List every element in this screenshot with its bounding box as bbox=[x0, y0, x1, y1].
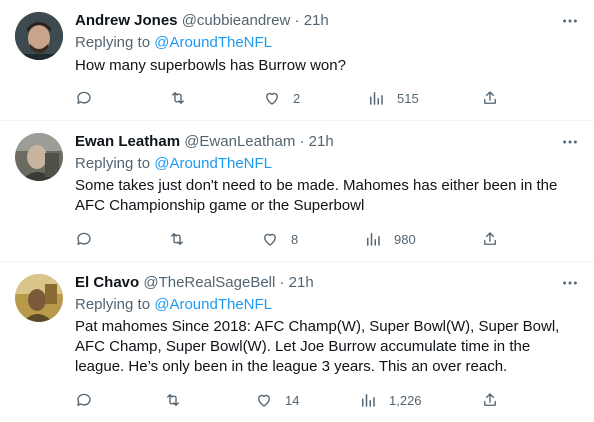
tweet[interactable]: El Chavo @TheRealSageBell · 21h Replying… bbox=[0, 262, 594, 422]
like-button[interactable]: 8 bbox=[261, 229, 298, 249]
retweet-button[interactable] bbox=[169, 88, 187, 108]
action-bar: 8 980 bbox=[75, 229, 505, 249]
like-icon bbox=[266, 92, 278, 105]
separator-dot: · bbox=[299, 133, 305, 150]
views-icon bbox=[367, 233, 380, 246]
replying-to-label: Replying to bbox=[75, 34, 151, 51]
like-count: 14 bbox=[285, 392, 300, 408]
view-count: 515 bbox=[397, 90, 419, 106]
retweet-icon bbox=[167, 394, 179, 406]
retweet-icon bbox=[171, 233, 183, 245]
avatar-photo bbox=[15, 12, 63, 60]
share-icon bbox=[484, 232, 496, 245]
reply-icon bbox=[77, 393, 91, 406]
replying-to-mention[interactable]: @AroundTheNFL bbox=[154, 34, 272, 51]
avatar-photo bbox=[15, 274, 63, 322]
author-name[interactable]: Andrew Jones bbox=[75, 12, 178, 29]
replying-to-mention[interactable]: @AroundTheNFL bbox=[154, 296, 272, 313]
more-options-button[interactable] bbox=[560, 273, 580, 293]
separator-dot: · bbox=[279, 274, 285, 291]
tweet[interactable]: Ewan Leatham @EwanLeatham · 21h Replying… bbox=[0, 121, 594, 262]
like-icon bbox=[264, 233, 276, 246]
author-handle[interactable]: @EwanLeatham bbox=[184, 133, 295, 150]
reply-button[interactable] bbox=[75, 390, 93, 410]
share-button[interactable] bbox=[481, 390, 499, 410]
replying-to-label: Replying to bbox=[75, 296, 151, 313]
more-icon bbox=[563, 281, 577, 285]
retweet-button[interactable] bbox=[164, 390, 182, 410]
like-count: 8 bbox=[291, 231, 299, 247]
like-button[interactable]: 2 bbox=[263, 88, 300, 108]
reply-icon bbox=[77, 232, 91, 245]
view-count: 1,226 bbox=[389, 392, 422, 408]
avatar[interactable] bbox=[15, 133, 63, 181]
more-options-button[interactable] bbox=[560, 11, 580, 31]
views-button[interactable]: 980 bbox=[364, 229, 416, 249]
author-handle[interactable]: @TheRealSageBell bbox=[143, 274, 275, 291]
tweet-text: How many superbowls has Burrow won? bbox=[75, 57, 346, 74]
more-icon bbox=[563, 140, 577, 144]
views-icon bbox=[362, 394, 375, 407]
action-bar: 2 515 bbox=[75, 88, 505, 108]
reply-icon bbox=[77, 91, 91, 104]
like-icon bbox=[258, 394, 270, 407]
replying-to-label: Replying to bbox=[75, 155, 151, 172]
like-button[interactable]: 14 bbox=[255, 390, 299, 410]
author-name[interactable]: El Chavo bbox=[75, 274, 139, 291]
views-button[interactable]: 1,226 bbox=[359, 390, 422, 410]
reply-button[interactable] bbox=[75, 88, 93, 108]
share-icon bbox=[484, 91, 496, 104]
share-button[interactable] bbox=[481, 229, 499, 249]
tweet-text: Some takes just don't need to be made. M… bbox=[75, 177, 558, 214]
replying-to-mention[interactable]: @AroundTheNFL bbox=[154, 155, 272, 172]
author-name[interactable]: Ewan Leatham bbox=[75, 133, 180, 150]
share-button[interactable] bbox=[481, 88, 499, 108]
timestamp[interactable]: 21h bbox=[289, 274, 314, 291]
retweet-icon bbox=[172, 92, 184, 104]
tweet[interactable]: Andrew Jones @cubbieandrew · 21h Replyin… bbox=[0, 0, 594, 121]
reply-button[interactable] bbox=[75, 229, 93, 249]
view-count: 980 bbox=[394, 231, 416, 247]
views-button[interactable]: 515 bbox=[367, 88, 419, 108]
more-icon bbox=[563, 19, 577, 23]
retweet-button[interactable] bbox=[168, 229, 186, 249]
author-handle[interactable]: @cubbieandrew bbox=[182, 12, 291, 29]
views-icon bbox=[370, 92, 383, 105]
more-options-button[interactable] bbox=[560, 132, 580, 152]
avatar[interactable] bbox=[15, 12, 63, 60]
tweet-text: Pat mahomes Since 2018: AFC Champ(W), Su… bbox=[75, 318, 560, 375]
separator-dot: · bbox=[294, 12, 300, 29]
timestamp[interactable]: 21h bbox=[309, 133, 334, 150]
avatar-photo bbox=[15, 133, 63, 181]
like-count: 2 bbox=[293, 90, 301, 106]
action-bar: 14 1,226 bbox=[75, 390, 505, 410]
share-icon bbox=[484, 393, 496, 406]
timestamp[interactable]: 21h bbox=[304, 12, 329, 29]
avatar[interactable] bbox=[15, 274, 63, 322]
